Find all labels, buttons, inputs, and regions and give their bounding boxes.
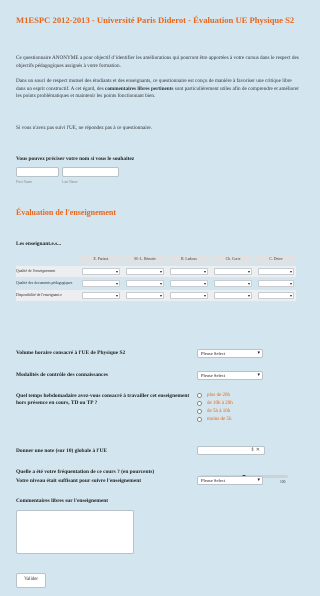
commentaires-label: Commentaires libres sur l'enseignement: [16, 498, 109, 504]
grid-select[interactable]: ▾: [258, 268, 294, 275]
temps-radio-group: plus de 20h de 10h à 20h de 5h à 10h moi…: [197, 391, 233, 423]
intro-paragraph-1: Ce questionnaire ANONYME a pour objectif…: [16, 55, 299, 69]
modalites-label: Modalités de contrôle des connaissances: [16, 372, 108, 378]
grid-col-parizot: E. Parizot: [80, 255, 122, 264]
grid-select[interactable]: ▾: [214, 280, 252, 287]
grid-select[interactable]: ▾: [126, 292, 164, 299]
chevron-down-icon: ▾: [159, 293, 162, 298]
intro-paragraph-3: Si vous n'avez pas suivi l'UE, ne répond…: [16, 125, 152, 131]
grid-select[interactable]: ▾: [258, 292, 294, 299]
radio-circle[interactable]: [197, 400, 202, 406]
grid-select[interactable]: ▾: [214, 268, 252, 275]
grid-row-label: Qualité de l'enseignement: [16, 269, 56, 274]
chevron-down-icon: ▾: [247, 293, 250, 298]
grid-row-qualite-documents: Qualité des documents pédagogiques ▾ ▾ ▾…: [16, 278, 296, 289]
grid-select[interactable]: ▾: [126, 268, 164, 275]
chevron-down-icon: ▾: [289, 293, 292, 298]
temps-option[interactable]: de 10h à 20h: [197, 399, 233, 407]
commentaires-textarea[interactable]: [16, 510, 134, 554]
modalites-select[interactable]: Please Select ▾: [197, 371, 263, 380]
chevron-down-icon: ▾: [115, 269, 118, 274]
slider-max-label: 100: [280, 480, 286, 484]
grid-select[interactable]: ▾: [82, 268, 120, 275]
chevron-down-icon: ▾: [247, 269, 250, 274]
grid-select[interactable]: ▾: [82, 280, 120, 287]
grid-row-qualite-enseignement: Qualité de l'enseignement ▾ ▾ ▾ ▾ ▾: [16, 266, 296, 277]
chevron-down-icon: ▾: [115, 293, 118, 298]
niveau-select-value: Please Select: [201, 478, 226, 483]
grid-select[interactable]: ▾: [126, 280, 164, 287]
temps-label: Quel temps hebdomadaire avez-vous consac…: [16, 393, 190, 407]
chevron-down-icon: ▾: [247, 281, 250, 286]
chevron-down-icon: ▾: [115, 281, 118, 286]
chevron-down-icon: ▾: [289, 269, 292, 274]
note-label: Donner une note (sur 10) globale à l'UE: [16, 448, 107, 454]
radio-circle[interactable]: [197, 392, 202, 398]
grid-col-corte: Ch. Corte: [212, 255, 254, 264]
frequentation-label: Quelle a été votre fréquentation de ce c…: [16, 469, 155, 475]
section-title: Évaluation de l'enseignement: [16, 208, 117, 217]
chevron-down-icon: ▾: [257, 351, 260, 356]
grid-select[interactable]: ▾: [170, 280, 208, 287]
chevron-down-icon: ▾: [203, 281, 206, 286]
chevron-down-icon: ▾: [257, 373, 260, 378]
niveau-label: Votre niveau était suffisant pour suivre…: [16, 478, 141, 484]
grid-col-benotte: M.-L. Bénotte: [124, 255, 166, 264]
grid-select[interactable]: ▾: [170, 292, 208, 299]
radio-circle[interactable]: [197, 408, 202, 414]
chevron-down-icon: ▾: [203, 293, 206, 298]
grid-row-disponibilite: Disponibilité de l'enseignant.e ▾ ▾ ▾ ▾ …: [16, 290, 296, 301]
last-name-input[interactable]: [62, 167, 119, 177]
grid-col-ladoux: B. Ladoux: [168, 255, 210, 264]
chevron-down-icon: ▾: [159, 269, 162, 274]
modalites-select-value: Please Select: [201, 373, 226, 378]
chevron-down-icon: ▾: [203, 269, 206, 274]
temps-option[interactable]: plus de 20h: [197, 391, 233, 399]
niveau-select[interactable]: Please Select ▾: [197, 476, 263, 485]
chevron-down-icon: ▾: [289, 281, 292, 286]
note-spinner[interactable]: ⇕ ✕: [197, 446, 265, 455]
grid-select[interactable]: ▾: [82, 292, 120, 299]
grid-row-label: Qualité des documents pédagogiques: [16, 281, 73, 286]
first-name-input[interactable]: [16, 167, 59, 177]
grid-select[interactable]: ▾: [214, 292, 252, 299]
radio-circle[interactable]: [197, 416, 202, 422]
chevron-down-icon: ▾: [159, 281, 162, 286]
first-name-sublabel: First Name: [16, 180, 33, 184]
name-label: Vous pouvez préciser votre nom si vous l…: [16, 156, 135, 162]
volume-select-value: Please Select: [201, 351, 226, 356]
form-page: M1ESPC 2012-2013 - Université Paris Dide…: [0, 0, 310, 596]
volume-label: Volume horaire consacré à l'UE de Physiq…: [16, 350, 126, 356]
grid-select[interactable]: ▾: [258, 280, 294, 287]
grid-col-detez: C. Detez: [256, 255, 296, 264]
grid-header: E. Parizot M.-L. Bénotte B. Ladoux Ch. C…: [16, 255, 296, 264]
submit-button[interactable]: Valider: [16, 573, 46, 588]
chevron-down-icon: ▾: [257, 478, 260, 483]
form-title: M1ESPC 2012-2013 - Université Paris Dide…: [16, 15, 295, 25]
intro-paragraph-2: Dans un souci de respect mutuel des étud…: [16, 78, 300, 100]
spinner-arrows-icon[interactable]: ⇕ ✕: [250, 447, 260, 453]
temps-option[interactable]: moins de 5h: [197, 415, 233, 423]
grid-select[interactable]: ▾: [170, 268, 208, 275]
temps-option[interactable]: de 5h à 10h: [197, 407, 233, 415]
teachers-label: Les enseignant.e.s...: [16, 241, 62, 247]
last-name-sublabel: Last Name: [62, 180, 78, 184]
grid-row-label: Disponibilité de l'enseignant.e: [16, 293, 62, 298]
volume-select[interactable]: Please Select ▾: [197, 349, 263, 358]
